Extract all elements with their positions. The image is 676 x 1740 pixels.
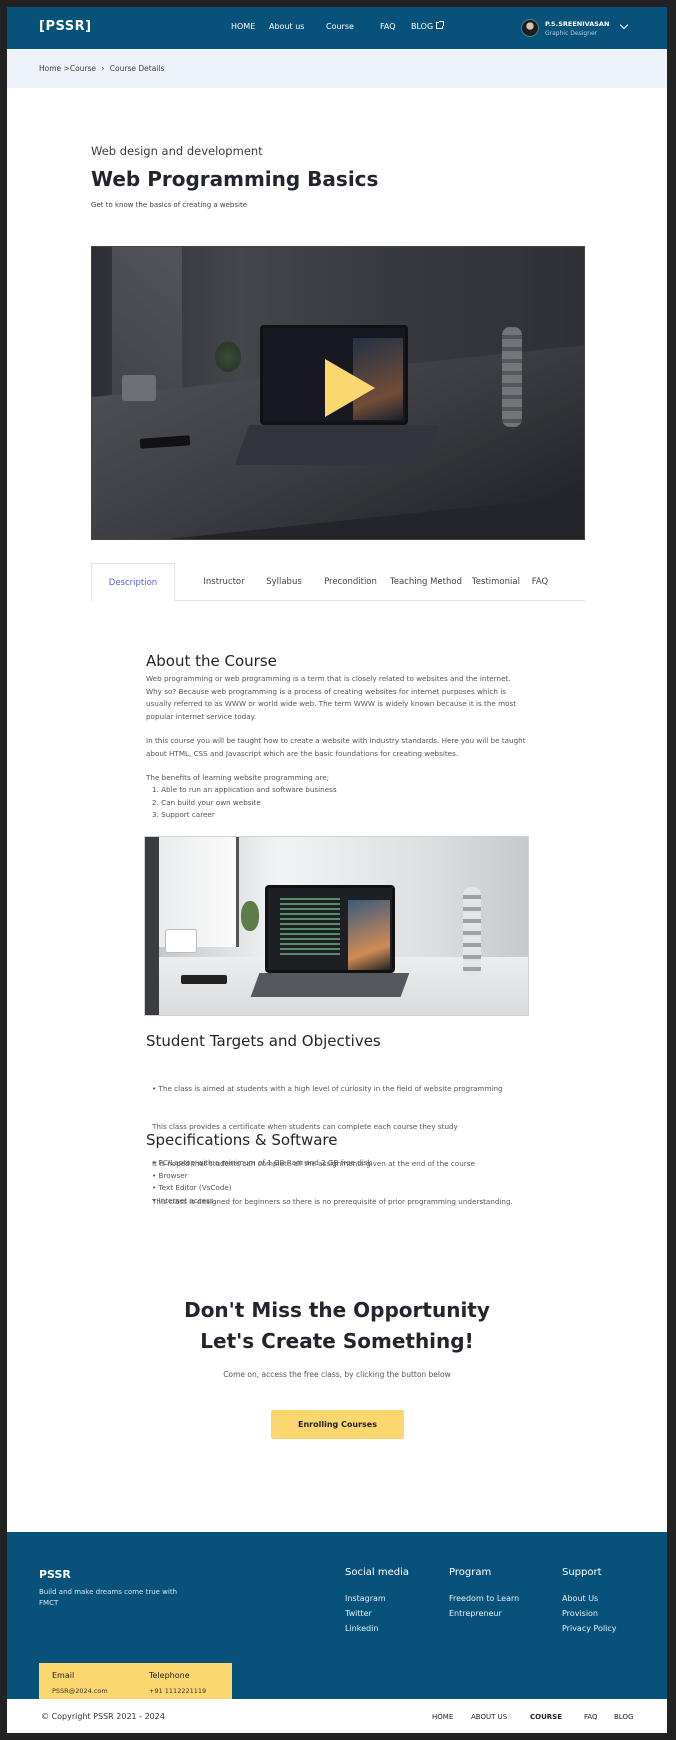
- breadcrumb-bar: Home >Course › Course Details: [7, 49, 667, 88]
- page-title: Web Programming Basics: [91, 167, 379, 191]
- breadcrumb-current: Course Details: [109, 64, 165, 73]
- footer-link-linkedin[interactable]: Linkedin: [345, 1621, 409, 1636]
- footer-link-provision[interactable]: Provision: [562, 1606, 617, 1621]
- specs-list: • PC/Laptop with a minimum of 1 GB Ram a…: [152, 1157, 372, 1207]
- telephone-value[interactable]: +91 1112221119: [149, 1687, 206, 1695]
- bottom-nav-home[interactable]: HOME: [432, 1713, 453, 1721]
- list-item: • The class is aimed at students with a …: [152, 1084, 503, 1093]
- list-item: 1. Able to run an application and softwa…: [152, 785, 337, 794]
- targets-heading: Student Targets and Objectives: [146, 1032, 381, 1050]
- nav-blog[interactable]: BLOG: [411, 21, 445, 31]
- course-image: [144, 836, 529, 1016]
- top-navbar: [PSSR] HOME About us Course FAQ BLOG P.S…: [7, 7, 667, 49]
- nav-faq[interactable]: FAQ: [380, 22, 396, 31]
- cta-heading-line-2: Let's Create Something!: [200, 1329, 474, 1353]
- tab-description[interactable]: Description: [91, 563, 175, 602]
- cta-heading-line-1: Don't Miss the Opportunity: [184, 1298, 490, 1322]
- external-link-icon: [436, 21, 445, 29]
- footer-link-freedom-to-learn[interactable]: Freedom to Learn: [449, 1591, 519, 1606]
- bottom-bar: © Copyright PSSR 2021 - 2024 HOME ABOUT …: [7, 1699, 667, 1733]
- tab-precondition[interactable]: Precondition: [323, 563, 378, 601]
- avatar[interactable]: [521, 19, 539, 37]
- nav-home[interactable]: HOME: [231, 22, 255, 31]
- play-icon[interactable]: [325, 359, 375, 417]
- course-video[interactable]: [91, 246, 585, 540]
- copyright: © Copyright PSSR 2021 - 2024: [41, 1712, 165, 1721]
- footer-support: Support About Us Provision Privacy Polic…: [562, 1567, 617, 1636]
- page-subtitle: Get to know the basics of creating a web…: [91, 201, 248, 209]
- footer-link-instagram[interactable]: Instagram: [345, 1591, 409, 1606]
- benefits-intro: The benefits of learning website program…: [146, 773, 330, 782]
- telephone-label: Telephone: [149, 1671, 190, 1680]
- list-item: • Internet access: [152, 1195, 214, 1205]
- nav-blog-label: BLOG: [411, 22, 434, 31]
- footer-social-heading: Social media: [345, 1567, 409, 1578]
- nav-about[interactable]: About us: [269, 22, 304, 31]
- footer-program: Program Freedom to Learn Entrepreneur: [449, 1567, 519, 1621]
- course-tabs: Description Instructor Syllabus Precondi…: [91, 563, 585, 602]
- list-item: 2. Can build your own website: [152, 797, 261, 807]
- list-item: • Text Editor (VsCode): [152, 1183, 232, 1192]
- footer-program-heading: Program: [449, 1567, 492, 1578]
- user-name: P.S.SREENIVASAN: [545, 20, 610, 28]
- page: [PSSR] HOME About us Course FAQ BLOG P.S…: [7, 7, 667, 1733]
- about-paragraph-1: Web programming or web programming is a …: [146, 674, 517, 721]
- footer-social: Social media Instagram Twitter Linkedin: [345, 1567, 409, 1636]
- list-item: • Browser: [152, 1170, 188, 1180]
- bottom-nav-blog[interactable]: BLOG: [614, 1713, 633, 1721]
- nav-course[interactable]: Course: [326, 22, 354, 31]
- list-item: • PC/Laptop with a minimum of 1 GB Ram a…: [152, 1158, 372, 1167]
- footer-link-entrepreneur[interactable]: Entrepreneur: [449, 1606, 519, 1621]
- tab-faq[interactable]: FAQ: [531, 563, 549, 601]
- contact-card: Email PSSR@2024.com Telephone +91 111222…: [39, 1663, 232, 1703]
- footer-link-about-us[interactable]: About Us: [562, 1591, 617, 1606]
- benefits-list: 1. Able to run an application and softwa…: [152, 784, 337, 822]
- tab-testimonial[interactable]: Testimonial: [471, 563, 521, 601]
- email-value[interactable]: PSSR@2024.com: [52, 1687, 108, 1695]
- footer-logo[interactable]: PSSR: [39, 1568, 71, 1581]
- about-heading: About the Course: [146, 652, 277, 670]
- footer-link-twitter[interactable]: Twitter: [345, 1606, 409, 1621]
- bottom-nav-faq[interactable]: FAQ: [584, 1713, 598, 1721]
- bottom-nav-course[interactable]: COURSE: [530, 1713, 562, 1721]
- footer: PSSR Build and make dreams come true wit…: [7, 1532, 667, 1703]
- specs-heading: Specifications & Software: [146, 1131, 338, 1149]
- cta-subtext: Come on, access the free class, by click…: [223, 1370, 451, 1379]
- breadcrumb-course[interactable]: >Course: [64, 64, 96, 73]
- course-category: Web design and development: [91, 144, 263, 158]
- tab-syllabus[interactable]: Syllabus: [265, 563, 303, 601]
- tab-teaching-method[interactable]: Teaching Method: [389, 563, 463, 601]
- footer-link-privacy-policy[interactable]: Privacy Policy: [562, 1621, 617, 1636]
- breadcrumb-home[interactable]: Home: [39, 64, 61, 73]
- footer-tagline: Build and make dreams come true with FMC…: [39, 1588, 178, 1607]
- footer-support-heading: Support: [562, 1567, 602, 1578]
- email-label: Email: [52, 1671, 75, 1680]
- breadcrumb: Home >Course › Course Details: [39, 64, 164, 73]
- enroll-courses-button[interactable]: Enrolling Courses: [271, 1410, 404, 1439]
- tab-instructor[interactable]: Instructor: [203, 563, 245, 601]
- user-role: Graphic Designer: [545, 30, 598, 37]
- about-paragraph-2: In this course you will be taught how to…: [146, 736, 526, 758]
- bottom-nav-about-us[interactable]: ABOUT US: [471, 1713, 507, 1721]
- list-item: 3. Support career: [152, 810, 215, 819]
- breadcrumb-separator: ›: [101, 64, 105, 73]
